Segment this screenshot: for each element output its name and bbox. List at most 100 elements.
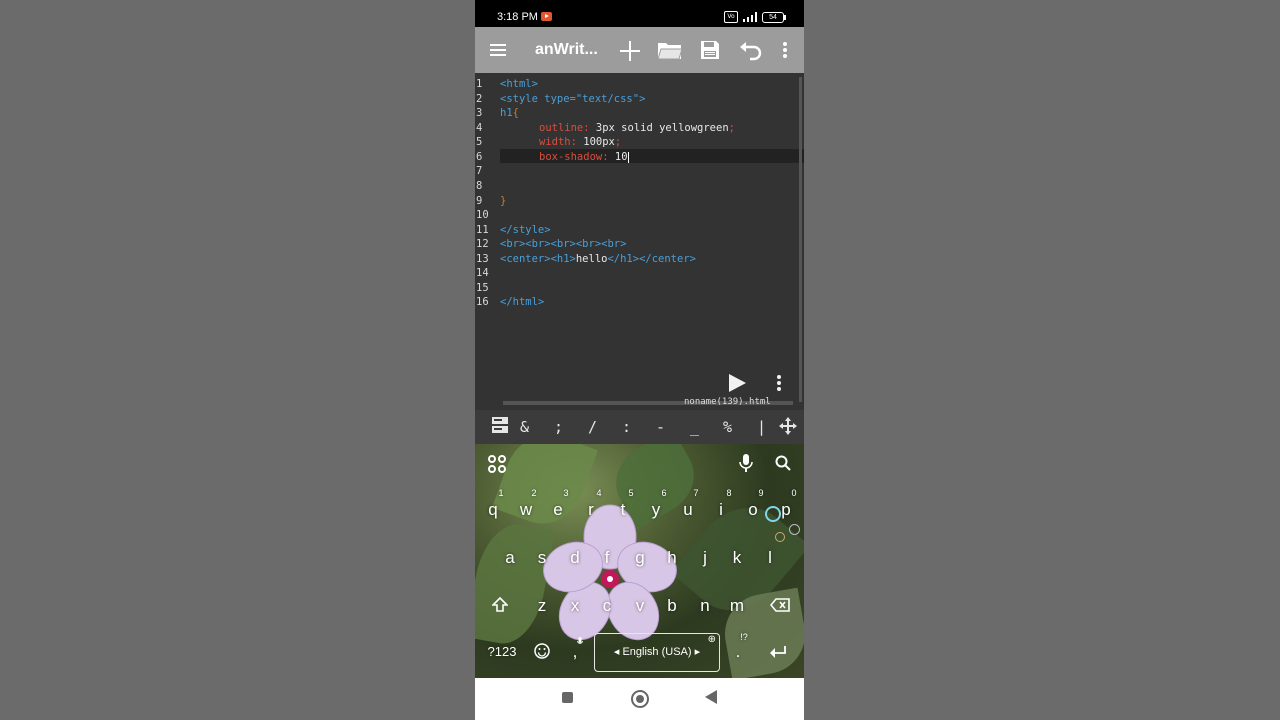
globe-icon: ⊕ (707, 634, 716, 645)
search-icon[interactable] (775, 455, 791, 475)
key-k[interactable]: k (727, 548, 747, 568)
undo-icon[interactable] (739, 39, 763, 61)
touch-effect-bubble (789, 524, 800, 535)
code-token: h1 (500, 107, 513, 119)
comma-key[interactable]: , (565, 642, 585, 662)
key-v[interactable]: v (630, 596, 650, 616)
key-e[interactable]: e (548, 500, 568, 520)
symbol-key[interactable]: | (757, 418, 766, 436)
soft-keyboard: 1 2 3 4 5 6 7 8 9 0 q w e r t y u i o p … (475, 444, 804, 678)
code-token: width: (539, 136, 577, 148)
vertical-scrollbar[interactable] (799, 77, 802, 402)
status-time: 3:18 PM (497, 11, 538, 23)
key-t[interactable]: t (613, 500, 633, 520)
key-hint: 1 (498, 488, 504, 498)
code-line: </html> (500, 295, 544, 309)
line-number: 7 (476, 165, 483, 177)
key-hint: 8 (726, 488, 732, 498)
symbol-key[interactable]: : (622, 418, 631, 436)
period-key[interactable]: . (728, 642, 748, 662)
key-s[interactable]: s (532, 548, 552, 568)
voice-input-icon[interactable] (739, 454, 753, 476)
touch-effect-bubble (765, 506, 781, 522)
right-backdrop (804, 0, 1280, 720)
key-z[interactable]: z (532, 596, 552, 616)
key-c[interactable]: c (597, 596, 617, 616)
symbol-key[interactable]: ; (554, 418, 563, 436)
key-hint: 5 (628, 488, 634, 498)
key-l[interactable]: l (760, 548, 780, 568)
key-b[interactable]: b (662, 596, 682, 616)
code-token: outline: (539, 122, 590, 134)
key-m[interactable]: m (727, 596, 747, 616)
line-number: 11 (476, 224, 489, 236)
code-token: </html> (500, 296, 545, 308)
keyboard-apps-icon[interactable] (488, 455, 506, 477)
line-number: 4 (476, 122, 483, 134)
symbol-key[interactable]: % (723, 418, 732, 436)
volte-icon: Vo (724, 11, 738, 23)
chevron-right-icon: ▸ (691, 646, 701, 658)
symbol-key[interactable]: - (656, 418, 665, 436)
home-icon[interactable] (631, 690, 649, 708)
text-caret (627, 151, 629, 163)
code-token: </style> (500, 224, 551, 236)
code-line: } (500, 194, 506, 208)
key-hint: 0 (791, 488, 797, 498)
system-nav-bar (475, 678, 804, 720)
symbol-key[interactable]: / (588, 418, 597, 436)
key-r[interactable]: r (581, 500, 601, 520)
line-number: 6 (476, 151, 483, 163)
run-preview-icon[interactable] (727, 373, 747, 393)
file-name-label: noname(139).html (684, 397, 771, 407)
add-file-icon[interactable] (618, 39, 642, 61)
key-hint: 3 (563, 488, 569, 498)
symbol-key[interactable]: & (520, 418, 529, 436)
back-icon[interactable] (705, 690, 717, 704)
key-h[interactable]: h (662, 548, 682, 568)
snippets-icon[interactable] (492, 417, 508, 438)
cursor-move-icon[interactable] (779, 417, 797, 439)
space-bar-language: English (USA) (622, 646, 692, 658)
screen-record-icon (541, 12, 552, 21)
code-token: ; (614, 136, 622, 148)
backspace-icon[interactable] (769, 597, 790, 616)
key-w[interactable]: w (516, 500, 536, 520)
key-hint: 9 (758, 488, 764, 498)
status-bar: 3:18 PM Vo 54 (475, 0, 804, 27)
key-a[interactable]: a (500, 548, 520, 568)
key-j[interactable]: j (695, 548, 715, 568)
key-g[interactable]: g (630, 548, 650, 568)
key-n[interactable]: n (695, 596, 715, 616)
key-hint: !? (740, 632, 748, 642)
open-folder-icon[interactable] (657, 39, 683, 61)
space-bar[interactable]: ◂ English (USA) ▸ ⊕ (594, 633, 720, 672)
overflow-menu-icon[interactable] (781, 39, 791, 61)
symbol-key[interactable]: _ (690, 418, 699, 436)
code-token: 3px solid yellowgreen (589, 122, 729, 134)
recents-icon[interactable] (562, 692, 573, 703)
key-q[interactable]: q (483, 500, 503, 520)
line-number: 2 (476, 93, 483, 105)
enter-icon[interactable] (769, 644, 787, 663)
key-u[interactable]: u (678, 500, 698, 520)
code-line: <style type="text/css"> (500, 92, 645, 106)
numbers-key[interactable]: ?123 (487, 644, 517, 659)
key-d[interactable]: d (565, 548, 585, 568)
menu-icon[interactable] (487, 39, 511, 61)
key-y[interactable]: y (646, 500, 666, 520)
save-icon[interactable] (699, 39, 723, 61)
code-editor[interactable]: 1 2 3 4 5 6 7 8 9 10 11 12 13 14 15 16 <… (475, 73, 804, 410)
shift-icon[interactable] (491, 596, 509, 616)
key-o[interactable]: o (743, 500, 763, 520)
emoji-icon[interactable] (534, 643, 550, 663)
key-hint: 7 (693, 488, 699, 498)
key-f[interactable]: f (597, 548, 617, 568)
editor-more-icon[interactable] (775, 373, 783, 393)
key-x[interactable]: x (565, 596, 585, 616)
line-number: 15 (476, 282, 489, 294)
code-token: ; (728, 122, 735, 134)
code-token: <style type="text/css"> (500, 93, 646, 105)
key-i[interactable]: i (711, 500, 731, 520)
line-number: 16 (476, 296, 489, 308)
